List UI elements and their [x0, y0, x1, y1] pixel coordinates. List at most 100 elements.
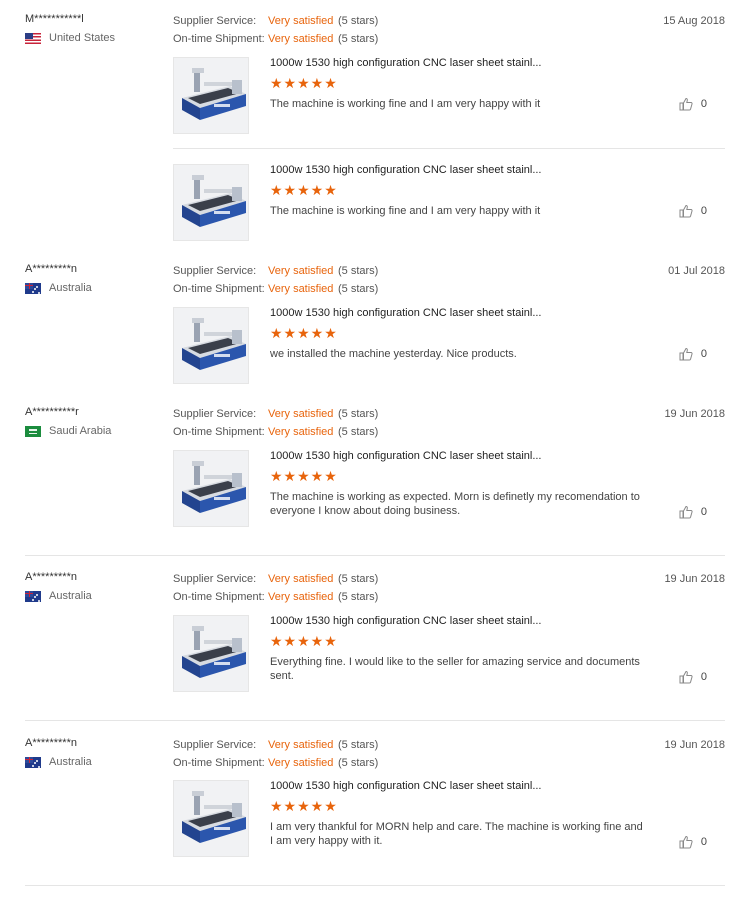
divider	[25, 720, 725, 721]
product-thumbnail[interactable]	[173, 615, 249, 692]
product-thumbnail[interactable]	[173, 307, 249, 384]
like-count: 0	[700, 98, 707, 110]
review-text: The machine is working fine and I am ver…	[270, 98, 541, 110]
us-flag-icon	[25, 32, 41, 44]
country-name: Australia	[49, 590, 92, 602]
ratings: Supplier Service: Very satisfied (5 stars)…	[173, 570, 378, 606]
like-button[interactable]: 0	[679, 204, 707, 218]
reviewer-country: Saudi Arabia	[25, 425, 165, 437]
reviewer-name: A*********n	[25, 571, 77, 583]
divider	[25, 885, 725, 886]
reviewer-name: A*********n	[25, 737, 77, 749]
ontime-shipment-stars: (5 stars)	[338, 33, 379, 45]
australia-flag-icon	[25, 590, 41, 602]
ontime-shipment-value: Very satisfied	[268, 33, 334, 45]
like-count: 0	[700, 205, 707, 217]
star-rating: ★★★★★	[270, 633, 338, 649]
supplier-service-stars: (5 stars)	[338, 408, 379, 420]
product-thumbnail[interactable]	[173, 780, 249, 857]
supplier-service-value: Very satisfied	[268, 739, 334, 751]
ratings: Supplier Service: Very satisfied (5 stars)…	[173, 12, 378, 48]
reviewer-name: A*********n	[25, 263, 77, 275]
product-title-link[interactable]: 1000w 1530 high configuration CNC laser …	[270, 615, 650, 627]
ratings: Supplier Service: Very satisfied (5 stars)…	[173, 405, 378, 441]
supplier-service-value: Very satisfied	[268, 573, 334, 585]
review-text: The machine is working as expected. Morn…	[270, 491, 640, 517]
reviewer: A*********n Australia	[25, 736, 165, 768]
reviewer: A**********r Saudi Arabia	[25, 405, 165, 437]
thumb-up-icon	[679, 670, 693, 684]
ontime-shipment-value: Very satisfied	[268, 283, 334, 295]
supplier-service-value: Very satisfied	[268, 408, 334, 420]
like-button[interactable]: 0	[679, 97, 707, 111]
ontime-shipment-value: Very satisfied	[268, 426, 334, 438]
product-title-link[interactable]: 1000w 1530 high configuration CNC laser …	[270, 450, 650, 462]
ontime-shipment-label: On-time Shipment:	[173, 33, 265, 45]
supplier-service-stars: (5 stars)	[338, 265, 379, 277]
product-title-link[interactable]: 1000w 1530 high configuration CNC laser …	[270, 307, 650, 319]
supplier-service-value: Very satisfied	[268, 15, 334, 27]
thumb-up-icon	[679, 835, 693, 849]
australia-flag-icon	[25, 756, 41, 768]
review-date: 01 Jul 2018	[668, 265, 725, 277]
supplier-service-label: Supplier Service:	[173, 15, 257, 27]
country-name: Saudi Arabia	[49, 425, 112, 437]
like-count: 0	[700, 671, 707, 683]
product-title-link[interactable]: 1000w 1530 high configuration CNC laser …	[270, 780, 650, 792]
review-text: The machine is working fine and I am ver…	[270, 205, 541, 217]
ontime-shipment-stars: (5 stars)	[338, 757, 379, 769]
divider	[25, 555, 725, 556]
product-title-link[interactable]: 1000w 1530 high configuration CNC laser …	[270, 57, 650, 69]
supplier-service-stars: (5 stars)	[338, 15, 379, 27]
ratings: Supplier Service: Very satisfied (5 stars)…	[173, 262, 378, 298]
review-text: we installed the machine yesterday. Nice…	[270, 348, 517, 360]
reviewer: A*********n Australia	[25, 262, 165, 294]
reviewer: A*********n Australia	[25, 570, 165, 602]
supplier-service-label: Supplier Service:	[173, 408, 257, 420]
product-thumbnail[interactable]	[173, 164, 249, 241]
review-date: 19 Jun 2018	[664, 573, 725, 585]
thumb-up-icon	[679, 505, 693, 519]
ontime-shipment-stars: (5 stars)	[338, 426, 379, 438]
like-count: 0	[700, 348, 707, 360]
thumb-up-icon	[679, 204, 693, 218]
reviewer-name: M***********l	[25, 13, 84, 25]
australia-flag-icon	[25, 282, 41, 294]
review-text: Everything fine. I would like to the sel…	[270, 656, 640, 682]
product-thumbnail[interactable]	[173, 57, 249, 134]
product-title-link[interactable]: 1000w 1530 high configuration CNC laser …	[270, 164, 650, 176]
country-name: United States	[49, 32, 116, 44]
supplier-service-label: Supplier Service:	[173, 739, 257, 751]
country-name: Australia	[49, 756, 92, 768]
reviewer-country: Australia	[25, 282, 165, 294]
ontime-shipment-label: On-time Shipment:	[173, 591, 265, 603]
supplier-service-stars: (5 stars)	[338, 573, 379, 585]
like-button[interactable]: 0	[679, 347, 707, 361]
reviewer-country: United States	[25, 32, 165, 44]
thumb-up-icon	[679, 97, 693, 111]
reviewer-country: Australia	[25, 756, 165, 768]
ontime-shipment-label: On-time Shipment:	[173, 426, 265, 438]
reviewer: M***********l United States	[25, 12, 165, 44]
ontime-shipment-value: Very satisfied	[268, 757, 334, 769]
thumb-up-icon	[679, 347, 693, 361]
ontime-shipment-label: On-time Shipment:	[173, 283, 265, 295]
like-button[interactable]: 0	[679, 835, 707, 849]
ratings: Supplier Service: Very satisfied (5 stars)…	[173, 736, 378, 772]
ontime-shipment-value: Very satisfied	[268, 591, 334, 603]
product-thumbnail[interactable]	[173, 450, 249, 527]
supplier-service-label: Supplier Service:	[173, 265, 257, 277]
like-button[interactable]: 0	[679, 670, 707, 684]
reviewer-country: Australia	[25, 590, 165, 602]
review-date: 15 Aug 2018	[663, 15, 725, 27]
like-count: 0	[700, 836, 707, 848]
star-rating: ★★★★★	[270, 182, 338, 198]
like-button[interactable]: 0	[679, 505, 707, 519]
star-rating: ★★★★★	[270, 798, 338, 814]
country-name: Australia	[49, 282, 92, 294]
star-rating: ★★★★★	[270, 325, 338, 341]
review-date: 19 Jun 2018	[664, 739, 725, 751]
star-rating: ★★★★★	[270, 75, 338, 91]
reviewer-name: A**********r	[25, 406, 79, 418]
review-text: I am very thankful for MORN help and car…	[270, 821, 643, 847]
